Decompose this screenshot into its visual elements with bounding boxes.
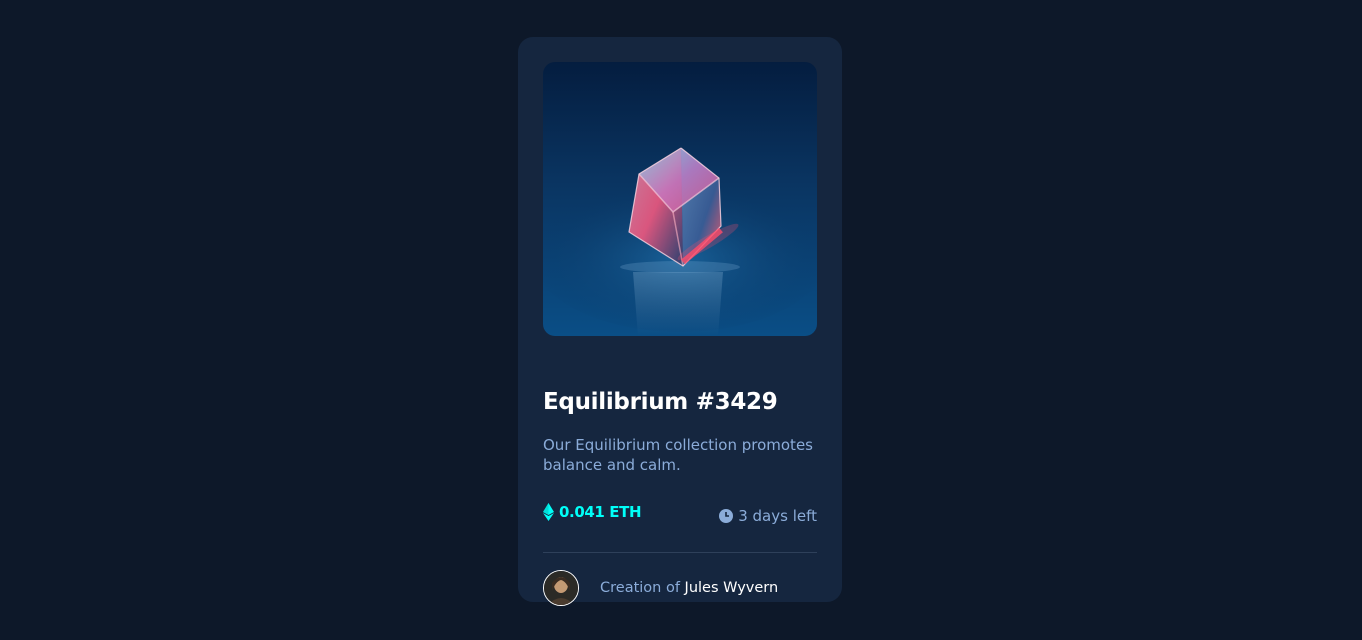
page: Equilibrium #3429 Our Equilibrium collec… (0, 0, 1362, 640)
divider (543, 552, 817, 553)
equilibrium-cube-image (543, 62, 817, 336)
price-value: 0.041 ETH (559, 503, 642, 521)
nft-meta: 0.041 ETH 3 days left (543, 503, 817, 527)
creator-text: Creation of Jules Wyvern (600, 580, 778, 596)
nft-card: Equilibrium #3429 Our Equilibrium collec… (518, 37, 842, 606)
price-block: 0.041 ETH (543, 503, 642, 521)
time-left: 3 days left (738, 507, 817, 525)
creator-prefix: Creation of (600, 580, 680, 596)
creator-row: Creation of Jules Wyvern (543, 569, 817, 607)
nft-description: Our Equilibrium collection promotes bala… (543, 436, 813, 474)
clock-icon (719, 509, 734, 523)
ethereum-icon (543, 503, 554, 521)
nft-title[interactable]: Equilibrium #3429 (543, 389, 778, 415)
creator-name-link[interactable]: Jules Wyvern (685, 580, 779, 596)
time-block: 3 days left (719, 507, 817, 525)
nft-image[interactable] (543, 62, 817, 336)
avatar-image (544, 571, 578, 605)
avatar (543, 570, 579, 606)
